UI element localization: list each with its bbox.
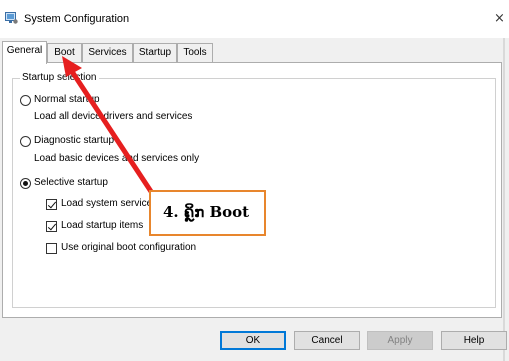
normal-startup-radio[interactable] <box>20 95 31 106</box>
tab-services[interactable]: Services <box>82 43 133 63</box>
instruction-text: 4. ຄຼິກ Boot <box>163 203 250 221</box>
tab-startup[interactable]: Startup <box>133 43 177 63</box>
diagnostic-startup-label[interactable]: Diagnostic startup <box>34 135 114 146</box>
load-startup-items-label[interactable]: Load startup items <box>61 220 143 231</box>
normal-startup-description: Load all device drivers and services <box>34 111 193 122</box>
normal-startup-label[interactable]: Normal startup <box>34 94 100 105</box>
dialog-button-bar: OK Cancel Apply Help <box>0 322 509 361</box>
diagnostic-startup-radio[interactable] <box>20 136 31 147</box>
tab-strip: General Boot Services Startup Tools <box>0 41 509 64</box>
window-title: System Configuration <box>24 13 130 25</box>
title-bar: System Configuration × <box>0 0 509 38</box>
selective-startup-radio[interactable] <box>20 178 31 189</box>
use-original-boot-config-checkbox[interactable] <box>46 243 57 254</box>
startup-selection-title: Startup selection <box>20 72 99 83</box>
load-system-services-label[interactable]: Load system services <box>61 198 157 209</box>
instruction-callout: 4. ຄຼິກ Boot <box>149 190 266 236</box>
cancel-button[interactable]: Cancel <box>294 331 360 350</box>
apply-button[interactable]: Apply <box>367 331 433 350</box>
system-config-icon <box>5 12 18 24</box>
diagnostic-startup-description: Load basic devices and services only <box>34 153 200 164</box>
tab-boot[interactable]: Boot <box>47 43 82 63</box>
tab-tools[interactable]: Tools <box>177 43 213 63</box>
tab-general[interactable]: General <box>2 41 47 64</box>
use-original-boot-config-label[interactable]: Use original boot configuration <box>61 242 196 253</box>
ok-button[interactable]: OK <box>220 331 286 350</box>
help-button[interactable]: Help <box>441 331 507 350</box>
load-startup-items-checkbox[interactable] <box>46 221 57 232</box>
window-right-border <box>503 38 505 361</box>
close-icon[interactable]: × <box>494 11 505 26</box>
load-system-services-checkbox[interactable] <box>46 199 57 210</box>
selective-startup-label[interactable]: Selective startup <box>34 177 108 188</box>
